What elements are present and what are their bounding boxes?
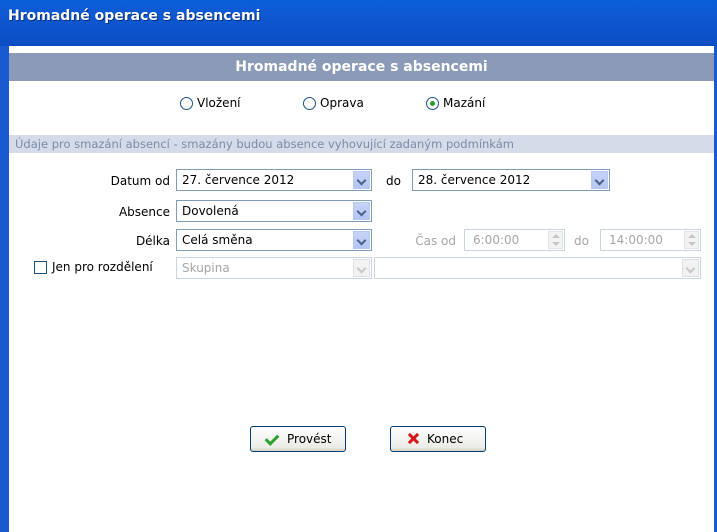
dialog-window: Hromadné operace s absencemi Hromadné op… bbox=[0, 0, 717, 532]
execute-button-label: Provést bbox=[287, 432, 332, 446]
chevron-down-icon[interactable] bbox=[353, 231, 370, 249]
time-from-spinner[interactable]: 6:00:00 bbox=[464, 229, 565, 251]
time-to-value: 14:00:00 bbox=[609, 233, 663, 247]
split-only-checkbox[interactable] bbox=[34, 261, 47, 274]
length-combo[interactable]: Celá směna bbox=[176, 229, 372, 251]
radio-insert[interactable]: Vložení bbox=[180, 93, 241, 113]
length-label: Délka bbox=[135, 234, 170, 248]
close-button[interactable]: Konec bbox=[390, 426, 486, 452]
window-title: Hromadné operace s absencemi bbox=[8, 8, 261, 24]
absence-label: Absence bbox=[118, 205, 170, 219]
radio-delete-indicator[interactable] bbox=[426, 96, 439, 110]
title-bar: Hromadné operace s absencemi bbox=[0, 0, 717, 46]
chevron-down-icon[interactable] bbox=[353, 202, 370, 220]
execute-button[interactable]: Provést bbox=[250, 426, 346, 452]
chevron-down-icon[interactable] bbox=[353, 171, 370, 189]
radio-edit[interactable]: Oprava bbox=[303, 93, 364, 113]
radio-delete[interactable]: Mazání bbox=[426, 93, 485, 113]
section-description: Údaje pro smazání absencí - smazány budo… bbox=[9, 135, 714, 153]
group-detail-combo[interactable] bbox=[374, 257, 701, 279]
close-icon bbox=[405, 431, 421, 447]
radio-edit-indicator[interactable] bbox=[303, 96, 316, 110]
time-to-spinner[interactable]: 14:00:00 bbox=[600, 229, 701, 251]
date-from-label: Datum od bbox=[110, 174, 170, 188]
window-frame-left bbox=[0, 46, 9, 532]
date-from-combo[interactable]: 27. července 2012 bbox=[176, 169, 372, 191]
radio-delete-label: Mazání bbox=[443, 96, 486, 110]
group-combo[interactable]: Skupina bbox=[176, 257, 372, 279]
checkmark-icon bbox=[265, 431, 281, 447]
date-to-combo[interactable]: 28. července 2012 bbox=[412, 169, 610, 191]
spin-arrows-icon[interactable] bbox=[684, 231, 699, 249]
date-from-value: 27. července 2012 bbox=[182, 173, 295, 187]
chevron-down-icon[interactable] bbox=[682, 259, 699, 277]
time-from-value: 6:00:00 bbox=[473, 233, 520, 247]
date-to-label: do bbox=[386, 174, 401, 188]
time-from-label: Čas od bbox=[415, 234, 456, 248]
split-only-label: Jen pro rozdělení bbox=[52, 260, 153, 274]
group-value: Skupina bbox=[182, 261, 230, 275]
date-to-value: 28. července 2012 bbox=[418, 173, 531, 187]
chevron-down-icon[interactable] bbox=[591, 171, 608, 189]
time-to-label: do bbox=[574, 234, 589, 248]
radio-insert-indicator[interactable] bbox=[180, 96, 193, 110]
spin-arrows-icon[interactable] bbox=[548, 231, 563, 249]
dialog-header: Hromadné operace s absencemi bbox=[9, 53, 714, 81]
chevron-down-icon[interactable] bbox=[353, 259, 370, 277]
length-value: Celá směna bbox=[182, 233, 253, 247]
absence-combo[interactable]: Dovolená bbox=[176, 200, 372, 222]
close-button-label: Konec bbox=[427, 432, 464, 446]
absence-value: Dovolená bbox=[182, 204, 239, 218]
radio-edit-label: Oprava bbox=[320, 96, 364, 110]
radio-insert-label: Vložení bbox=[197, 96, 241, 110]
